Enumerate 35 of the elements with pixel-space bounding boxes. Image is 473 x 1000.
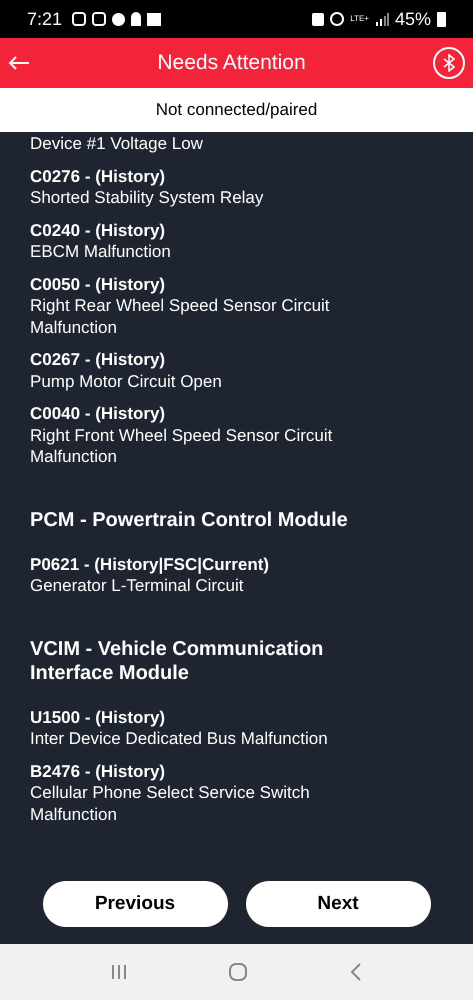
bluetooth-icon (443, 54, 455, 72)
fault-code: C0276 - (History) (30, 166, 166, 187)
app-icon (72, 12, 86, 26)
fault-description: Generator L-Terminal Circuit (30, 575, 245, 596)
network-type: LTE+ (350, 15, 369, 23)
fault-code: C0050 - (History) (30, 274, 166, 295)
fault-code: P0621 - (History|FSC|Current) (30, 554, 270, 575)
back-icon[interactable] (350, 963, 362, 981)
nav-button[interactable]: Next (246, 881, 430, 927)
signal-icon (374, 12, 389, 26)
section-title: VCIM - Vehicle Communication Interface Module (30, 636, 324, 684)
bluetooth-button[interactable] (433, 47, 465, 79)
fault-description: EBCM Malfunction (30, 241, 172, 262)
page-title: Needs Attention (157, 50, 306, 76)
nav-button[interactable]: Previous (42, 881, 228, 927)
status-time: 7:21 (27, 8, 62, 30)
fault-description: Inter Device Dedicated Bus Malfunction (30, 728, 329, 750)
fault-code: C0040 - (History) (30, 403, 166, 424)
fault-description: Shorted Stability System Relay (30, 187, 264, 208)
back-arrow-icon (8, 55, 30, 71)
fault-description: Device #1 Voltage Low (30, 133, 204, 154)
fault-code: B2476 - (History) (30, 760, 166, 782)
fault-description: Pump Motor Circuit Open (30, 370, 223, 392)
section-title: PCM - Powertrain Control Module (30, 508, 349, 532)
fault-code: U1500 - (History) (30, 706, 166, 728)
home-icon[interactable] (229, 963, 248, 981)
recent-apps-icon[interactable] (111, 964, 128, 980)
fault-code: C0267 - (History) (30, 349, 166, 370)
fault-code: C0240 - (History) (30, 220, 166, 241)
fault-description: Right Front Wheel Speed Sensor Circuit Malfunction (30, 424, 334, 468)
fault-description: Right Rear Wheel Speed Sensor Circuit Malfunction (30, 295, 331, 338)
battery-level: 45% (394, 8, 431, 30)
connection-status: Not connected/paired (156, 99, 318, 122)
app-icon (92, 12, 106, 26)
fault-description: Cellular Phone Select Service Switch Malfunction (30, 782, 311, 825)
